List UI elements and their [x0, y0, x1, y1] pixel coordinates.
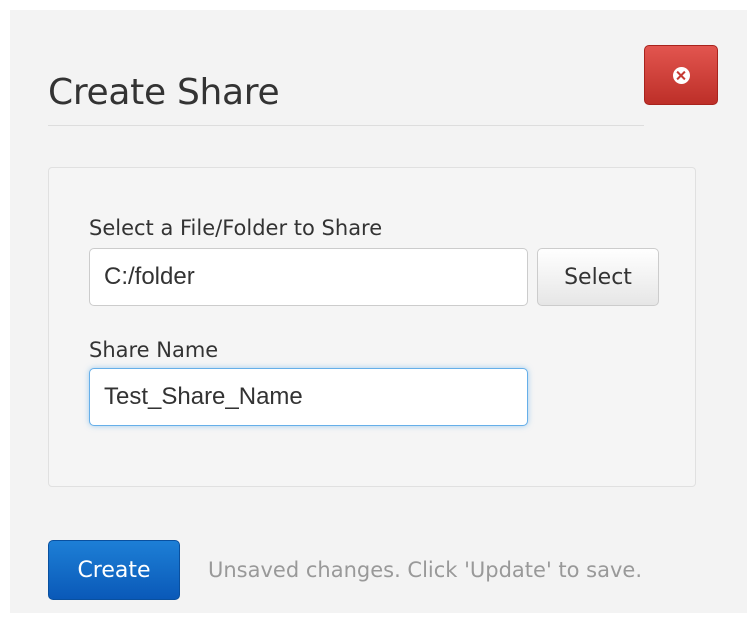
path-input[interactable] [89, 248, 528, 306]
title-divider [48, 125, 644, 126]
create-share-dialog: Create Share Select a File/Folder to Sha… [10, 10, 747, 613]
share-form-panel: Select a File/Folder to Share Select Sha… [48, 167, 696, 487]
select-button[interactable]: Select [537, 248, 659, 306]
dialog-title: Create Share [48, 72, 280, 113]
path-label: Select a File/Folder to Share [89, 216, 383, 240]
close-icon [672, 66, 690, 84]
share-name-input[interactable] [89, 368, 528, 426]
status-text: Unsaved changes. Click 'Update' to save. [208, 558, 642, 582]
create-button[interactable]: Create [48, 540, 180, 600]
share-name-label: Share Name [89, 338, 219, 362]
close-button[interactable] [644, 45, 718, 105]
